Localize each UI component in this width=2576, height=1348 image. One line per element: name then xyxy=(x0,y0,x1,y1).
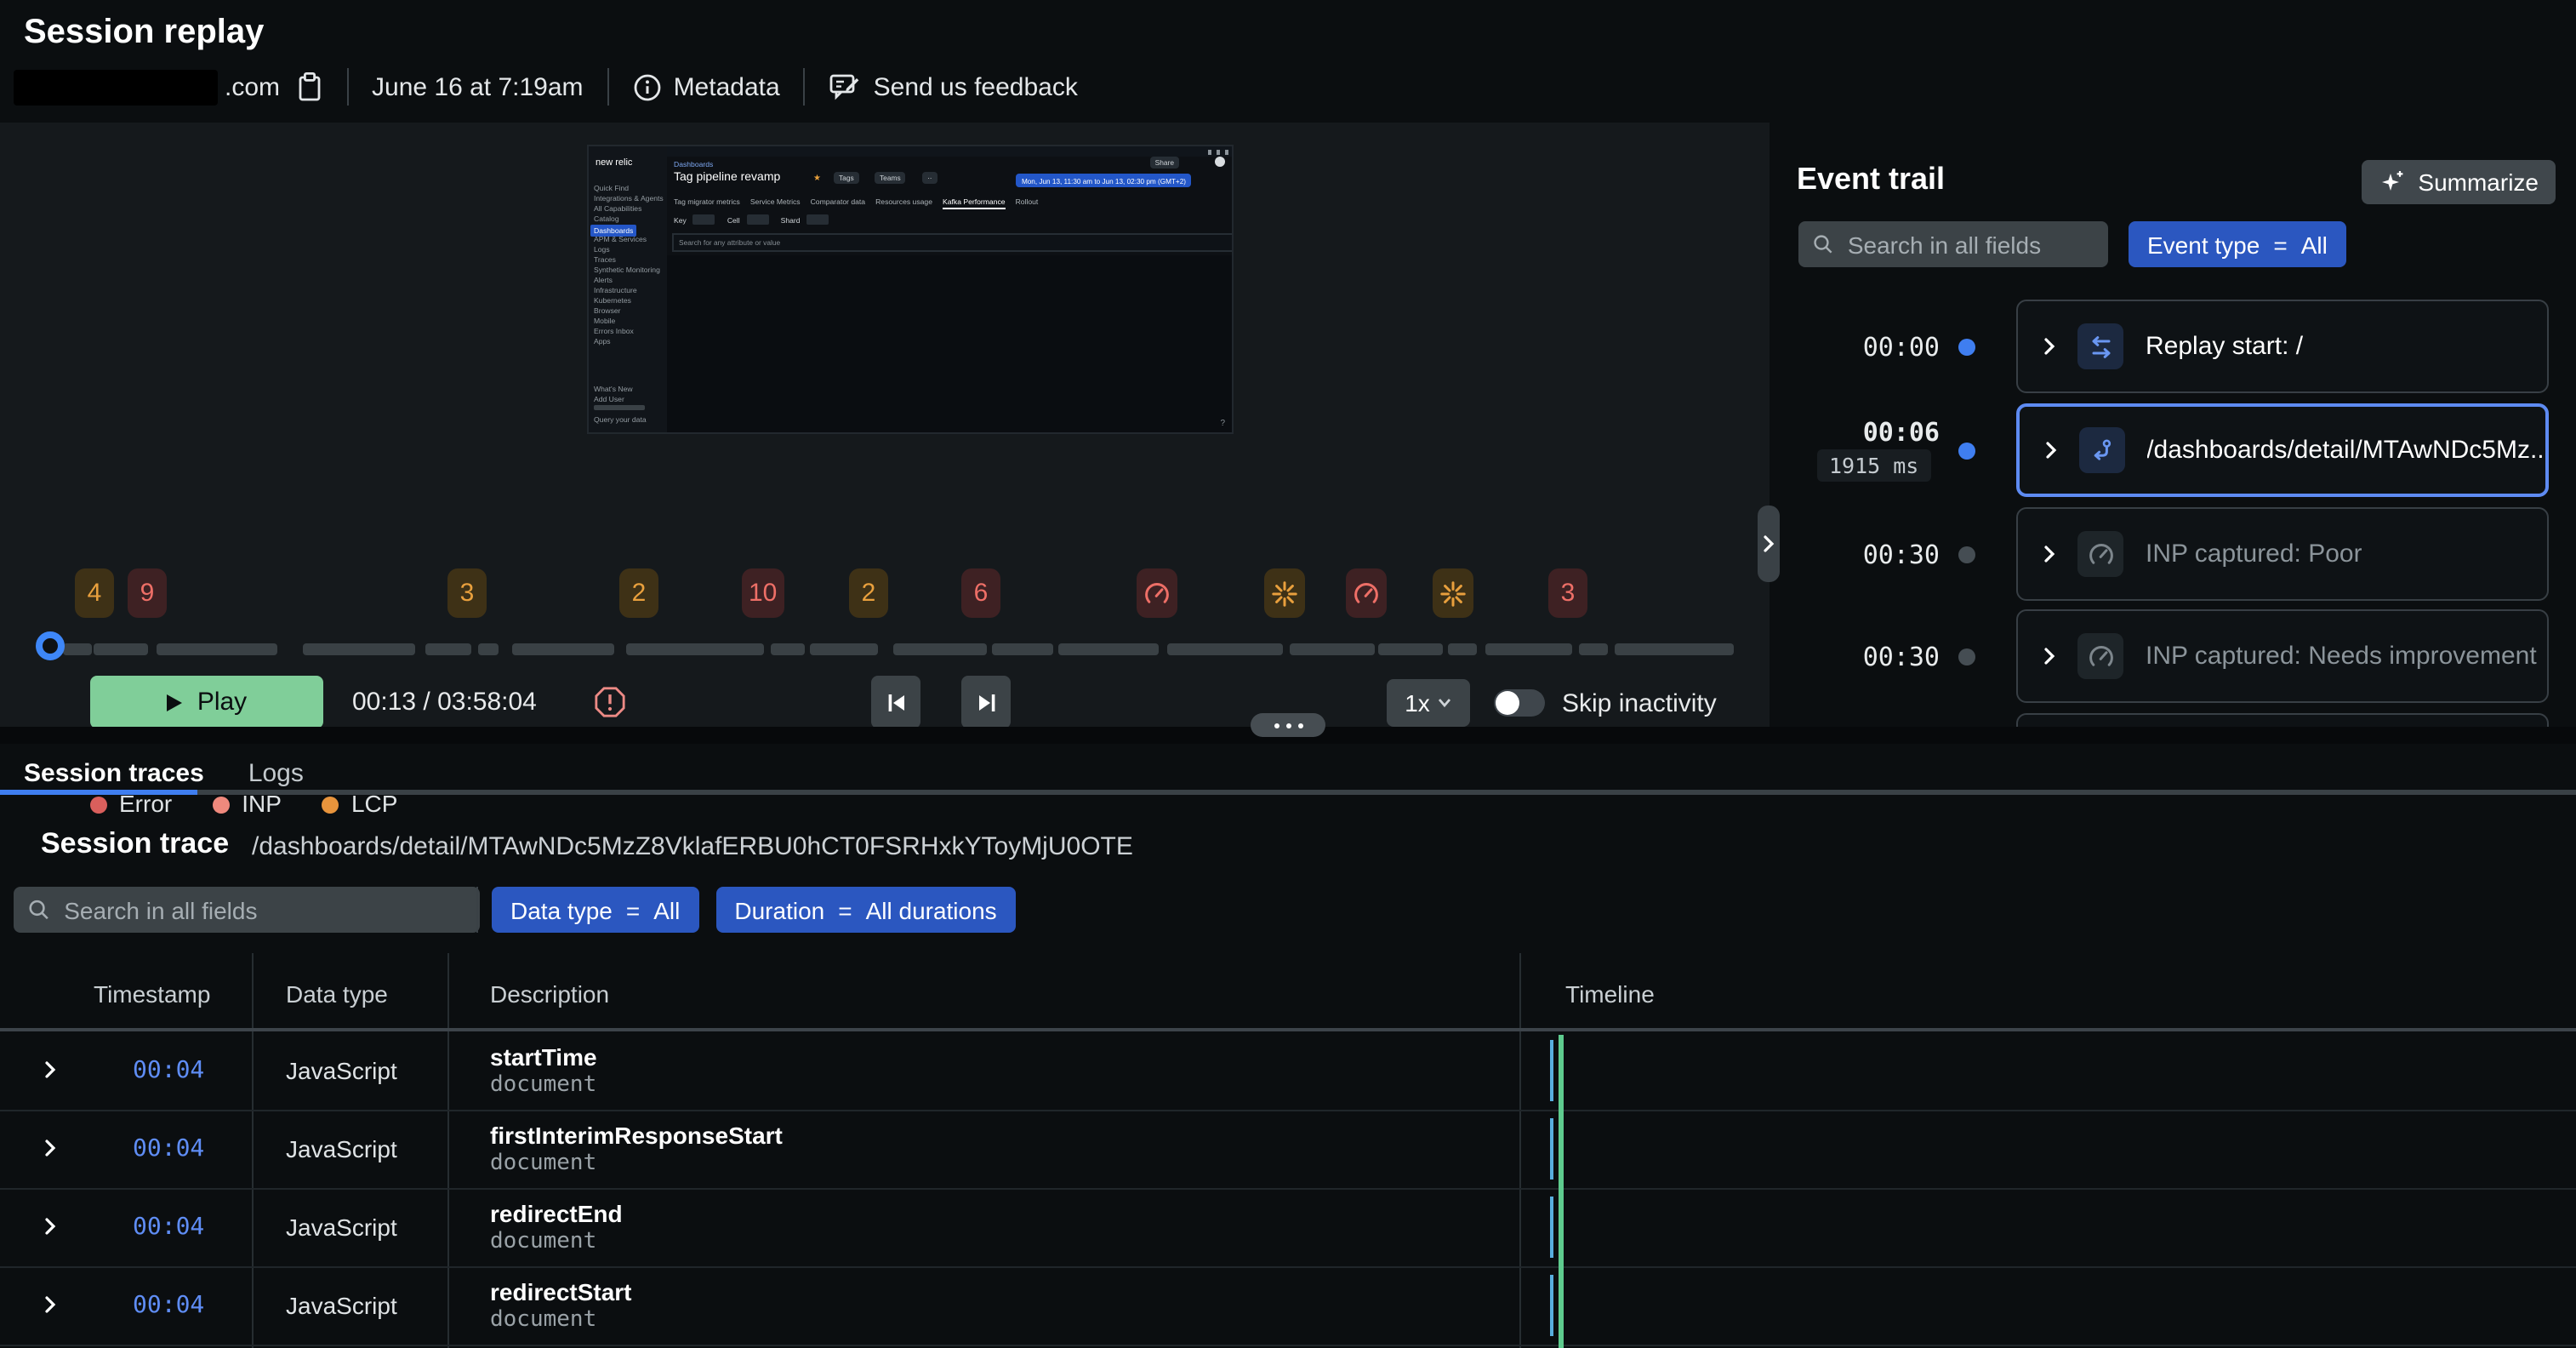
row-timestamp: 00:04 xyxy=(133,1214,204,1241)
row-datatype: JavaScript xyxy=(286,1057,397,1084)
table-row[interactable]: 00:04 JavaScript startTimedocument xyxy=(0,1031,2576,1110)
timeline-position-line xyxy=(1559,1035,1564,1348)
row-datatype: JavaScript xyxy=(286,1292,397,1319)
row-description-sub: document xyxy=(490,1072,596,1098)
row-description-sub: document xyxy=(490,1307,596,1333)
row-expand-chevron[interactable] xyxy=(44,1217,56,1236)
row-timestamp: 00:04 xyxy=(133,1057,204,1084)
row-border xyxy=(0,1345,2576,1346)
session-replay-page: Session replay .com June 16 at 7:19am Me… xyxy=(0,0,2576,1348)
row-timestamp: 00:04 xyxy=(133,1135,204,1162)
row-description-sub: document xyxy=(490,1229,596,1254)
table-row[interactable]: 00:04 JavaScript redirectEnddocument xyxy=(0,1188,2576,1266)
row-expand-chevron[interactable] xyxy=(44,1139,56,1157)
trace-table-body: 00:04JavaScriptstartTimedocument00:04Jav… xyxy=(0,0,2576,1348)
row-datatype: JavaScript xyxy=(286,1135,397,1162)
row-description-name: firstInterimResponseStart xyxy=(490,1122,783,1149)
row-expand-chevron[interactable] xyxy=(44,1060,56,1079)
row-description-name: redirectEnd xyxy=(490,1200,623,1227)
row-description-name: startTime xyxy=(490,1043,597,1071)
row-timestamp: 00:04 xyxy=(133,1292,204,1319)
row-timeline-tick xyxy=(1550,1118,1553,1180)
table-row[interactable]: 00:04 JavaScript firstInterimResponseStart… xyxy=(0,1110,2576,1188)
row-expand-chevron[interactable] xyxy=(44,1295,56,1314)
row-datatype: JavaScript xyxy=(286,1214,397,1241)
table-row[interactable]: 00:04 JavaScript redirectStartdocument xyxy=(0,1266,2576,1345)
row-description-sub: document xyxy=(490,1151,596,1176)
row-timeline-tick xyxy=(1550,1040,1553,1101)
row-timeline-tick xyxy=(1550,1275,1553,1336)
row-timeline-tick xyxy=(1550,1197,1553,1258)
row-description-name: redirectStart xyxy=(490,1278,632,1305)
